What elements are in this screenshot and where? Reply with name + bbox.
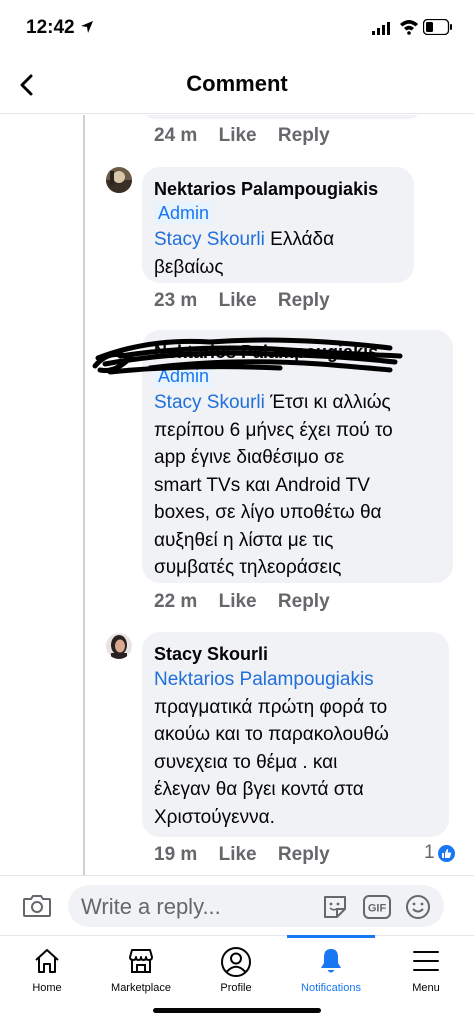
comment-bubble: Stacy Skourli Nektarios Palampougiakis π… xyxy=(142,632,449,837)
camera-icon[interactable] xyxy=(22,893,52,919)
reply-button[interactable]: Reply xyxy=(278,125,330,146)
tab-label: Profile xyxy=(220,982,252,994)
profile-icon xyxy=(221,947,251,977)
comment-author[interactable]: Nektarios Palampougiakis xyxy=(154,177,402,201)
like-button[interactable]: Like xyxy=(219,125,257,146)
avatar[interactable] xyxy=(106,167,132,193)
previous-comment-bubble xyxy=(143,115,421,119)
reaction-count[interactable]: 1 xyxy=(424,842,456,864)
comment-text: Nektarios Palampougiakis πραγματικά πρώτ… xyxy=(154,666,437,831)
home-icon xyxy=(35,949,59,973)
tab-profile[interactable]: Profile xyxy=(189,936,283,1006)
comment-text-line: Χριστούγεννα. xyxy=(154,806,275,828)
comment-time: 23 m xyxy=(154,290,198,311)
comment-text-line: συνεχεια το θέμα . και xyxy=(154,751,338,773)
comment-meta: 19 m Like Reply xyxy=(154,844,346,866)
reply-input[interactable]: Write a reply... GIF xyxy=(68,885,444,927)
comment-text-line: app έγινε διαθέσιμο σε xyxy=(154,447,345,468)
status-bar: 12:42 xyxy=(0,0,474,58)
comment-meta: 22 m Like Reply xyxy=(154,591,346,613)
avatar[interactable] xyxy=(106,633,132,659)
page-title: Comment xyxy=(186,71,288,96)
status-time: 12:42 xyxy=(26,17,75,38)
reply-button[interactable]: Reply xyxy=(278,290,330,311)
comment-text-line: περίπου 6 μήνες έχει πού το xyxy=(154,419,393,441)
comment-thread[interactable]: 24 m Like Reply Nektarios Palampougiakis… xyxy=(0,115,474,875)
comment-text-line: αυξηθεί η λίστα με τις xyxy=(154,529,334,551)
redaction-scribble xyxy=(92,337,403,375)
comment-text: Stacy Skourli Ελλάδα βεβαίως xyxy=(154,226,402,281)
mention-link[interactable]: Nektarios Palampougiakis xyxy=(154,666,437,694)
gif-icon[interactable]: GIF xyxy=(362,894,392,920)
reply-button[interactable]: Reply xyxy=(278,591,330,612)
mention-link[interactable]: Stacy Skourli xyxy=(154,229,265,250)
reaction-count-number: 1 xyxy=(424,842,435,863)
home-indicator[interactable] xyxy=(153,1008,321,1013)
comment-text-line: smart TVs και Android TV xyxy=(154,474,370,496)
tab-label: Marketplace xyxy=(111,982,171,994)
emoji-icon[interactable] xyxy=(404,893,432,921)
tab-label: Notifications xyxy=(301,982,361,994)
comment-text-line: ακούω και το παρακολουθώ xyxy=(154,724,389,745)
comment-meta: 24 m Like Reply xyxy=(154,125,346,147)
like-button[interactable]: Like xyxy=(219,844,257,865)
marketplace-icon xyxy=(129,949,153,973)
tab-label: Home xyxy=(32,982,62,994)
thumbs-up-icon xyxy=(436,843,456,863)
svg-text:GIF: GIF xyxy=(368,903,387,915)
reply-button[interactable]: Reply xyxy=(278,844,330,865)
location-arrow-icon xyxy=(81,21,93,33)
cellular-signal-icon xyxy=(372,22,390,35)
thread-line xyxy=(83,115,85,875)
battery-icon xyxy=(423,19,452,35)
comment-text-line: boxes, σε λίγο υποθέτω θα xyxy=(154,502,382,523)
comment-text-line: Ελλάδα xyxy=(264,229,335,250)
comment-author[interactable]: Stacy Skourli xyxy=(154,642,437,666)
comment-text: Stacy Skourli Έτσι κι αλλιώς περίπου 6 μ… xyxy=(154,389,441,582)
comment-text-line: βεβαίως xyxy=(154,256,224,278)
tab-notifications[interactable]: Notifications xyxy=(284,936,378,1006)
comment-text-line: συμβατές τηλεοράσεις xyxy=(154,557,342,578)
tab-marketplace[interactable]: Marketplace xyxy=(94,936,188,1006)
bell-icon xyxy=(321,949,341,973)
like-button[interactable]: Like xyxy=(219,290,257,311)
comment-bubble: Nektarios Palampougiakis Admin Stacy Sko… xyxy=(142,167,414,283)
comment-time: 22 m xyxy=(154,591,198,612)
tab-label: Menu xyxy=(412,982,440,994)
reply-placeholder: Write a reply... xyxy=(81,894,221,919)
comment-text-line: Έτσι κι αλλιώς xyxy=(264,392,391,413)
menu-icon xyxy=(413,951,439,971)
comment-meta: 23 m Like Reply xyxy=(154,290,346,312)
comment-time: 24 m xyxy=(154,125,198,146)
header: Comment xyxy=(0,58,474,114)
tab-menu[interactable]: Menu xyxy=(379,936,473,1006)
comment-text-line: πραγματικά πρώτη φορά το xyxy=(154,696,388,718)
sticker-icon[interactable] xyxy=(321,893,349,919)
comment-text-line: έλεγαν θα βγει κοντά στα xyxy=(154,779,364,800)
like-button[interactable]: Like xyxy=(219,591,257,612)
comment-time: 19 m xyxy=(154,844,198,865)
mention-link[interactable]: Stacy Skourli xyxy=(154,392,265,413)
wifi-icon xyxy=(400,20,418,35)
reply-bar: Write a reply... GIF xyxy=(0,875,474,935)
tab-home[interactable]: Home xyxy=(0,936,94,1006)
admin-badge: Admin xyxy=(154,202,214,224)
